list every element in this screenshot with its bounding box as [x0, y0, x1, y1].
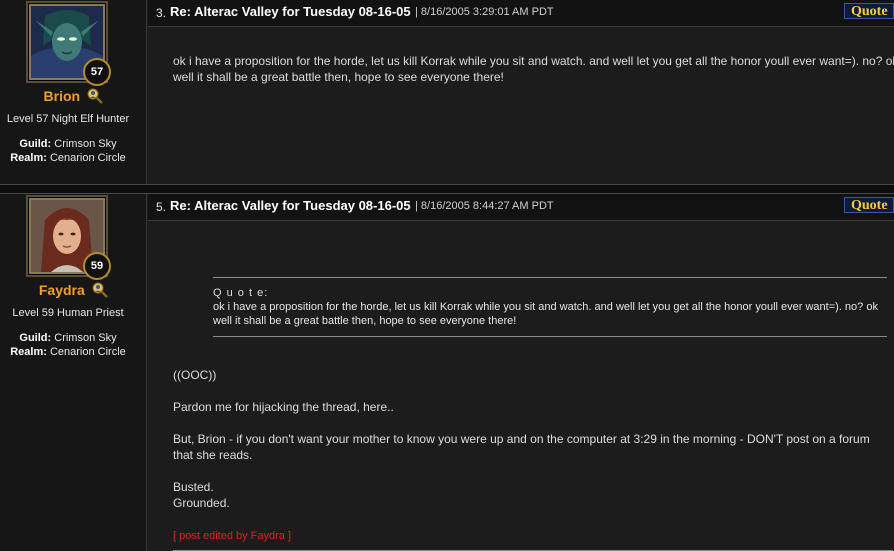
post-number: 3. — [156, 6, 167, 20]
realm-row: Realm: Cenarion Circle — [0, 346, 136, 358]
post-date: | 8/16/2005 8:44:27 AM PDT — [415, 200, 554, 212]
quote-label: Q u o t e: — [213, 287, 269, 299]
realm-row: Realm: Cenarion Circle — [0, 152, 136, 164]
message-line: Busted. — [173, 480, 214, 494]
quote-button[interactable]: Quote — [844, 3, 894, 19]
realm-label: Realm: — [10, 152, 47, 164]
author-sidebar: 59 Faydra Level 59 Human Priest Guild: C… — [0, 194, 147, 551]
post-date: | 8/16/2005 3:29:01 AM PDT — [415, 6, 554, 18]
edited-note: [ post edited by Faydra ] — [173, 530, 292, 542]
level-badge: 59 — [83, 252, 111, 280]
guild-label: Guild: — [19, 138, 52, 150]
guild-row: Guild: Crimson Sky — [0, 332, 136, 344]
character-description: Level 57 Night Elf Hunter — [6, 113, 130, 125]
character-description: Level 59 Human Priest — [12, 307, 124, 319]
avatar[interactable]: 59 — [29, 198, 111, 280]
post-title: Re: Alterac Valley for Tuesday 08-16-05 — [170, 198, 411, 213]
realm-name: Cenarion Circle — [49, 152, 126, 164]
realm-name: Cenarion Circle — [49, 346, 126, 358]
forum-post: 57 Brion Level 57 Night Elf Hunter Guild… — [0, 0, 894, 184]
level-badge: 57 — [83, 58, 111, 86]
magnifier-profile-icon[interactable] — [87, 88, 104, 104]
author-sidebar: 57 Brion Level 57 Night Elf Hunter Guild… — [0, 0, 147, 184]
forum-post: 59 Faydra Level 59 Human Priest Guild: C… — [0, 194, 894, 551]
message-line: ((OOC)) — [173, 368, 217, 382]
message-line: Pardon me for hijacking the thread, here… — [173, 400, 394, 414]
guild-name: Crimson Sky — [54, 138, 117, 150]
post-separator — [0, 184, 894, 194]
message-line: But, Brion - if you don't want your moth… — [173, 432, 870, 462]
character-name[interactable]: Faydra — [39, 282, 85, 298]
post-title: Re: Alterac Valley for Tuesday 08-16-05 — [170, 4, 411, 19]
post-message: ok i have a proposition for the horde, l… — [173, 53, 894, 85]
guild-label: Guild: — [19, 332, 52, 344]
post-number: 5. — [156, 200, 167, 214]
quoted-block: Q u o t e: ok i have a proposition for t… — [213, 277, 887, 337]
realm-label: Realm: — [10, 346, 47, 358]
quote-text: ok i have a proposition for the horde, l… — [213, 301, 878, 327]
guild-row: Guild: Crimson Sky — [0, 138, 136, 150]
avatar[interactable]: 57 — [29, 4, 111, 86]
message-text: ok i have a proposition for the horde, l… — [173, 54, 894, 84]
character-name[interactable]: Brion — [44, 88, 81, 104]
post-header: 3. Re: Alterac Valley for Tuesday 08-16-… — [148, 0, 894, 27]
post-body: ok i have a proposition for the horde, l… — [148, 27, 894, 184]
post-header: 5. Re: Alterac Valley for Tuesday 08-16-… — [148, 194, 894, 221]
quote-button[interactable]: Quote — [844, 197, 894, 213]
magnifier-profile-icon[interactable] — [92, 282, 109, 298]
message-line: Grounded. — [173, 496, 230, 510]
guild-name: Crimson Sky — [54, 332, 117, 344]
post-body: Q u o t e: ok i have a proposition for t… — [148, 221, 894, 551]
